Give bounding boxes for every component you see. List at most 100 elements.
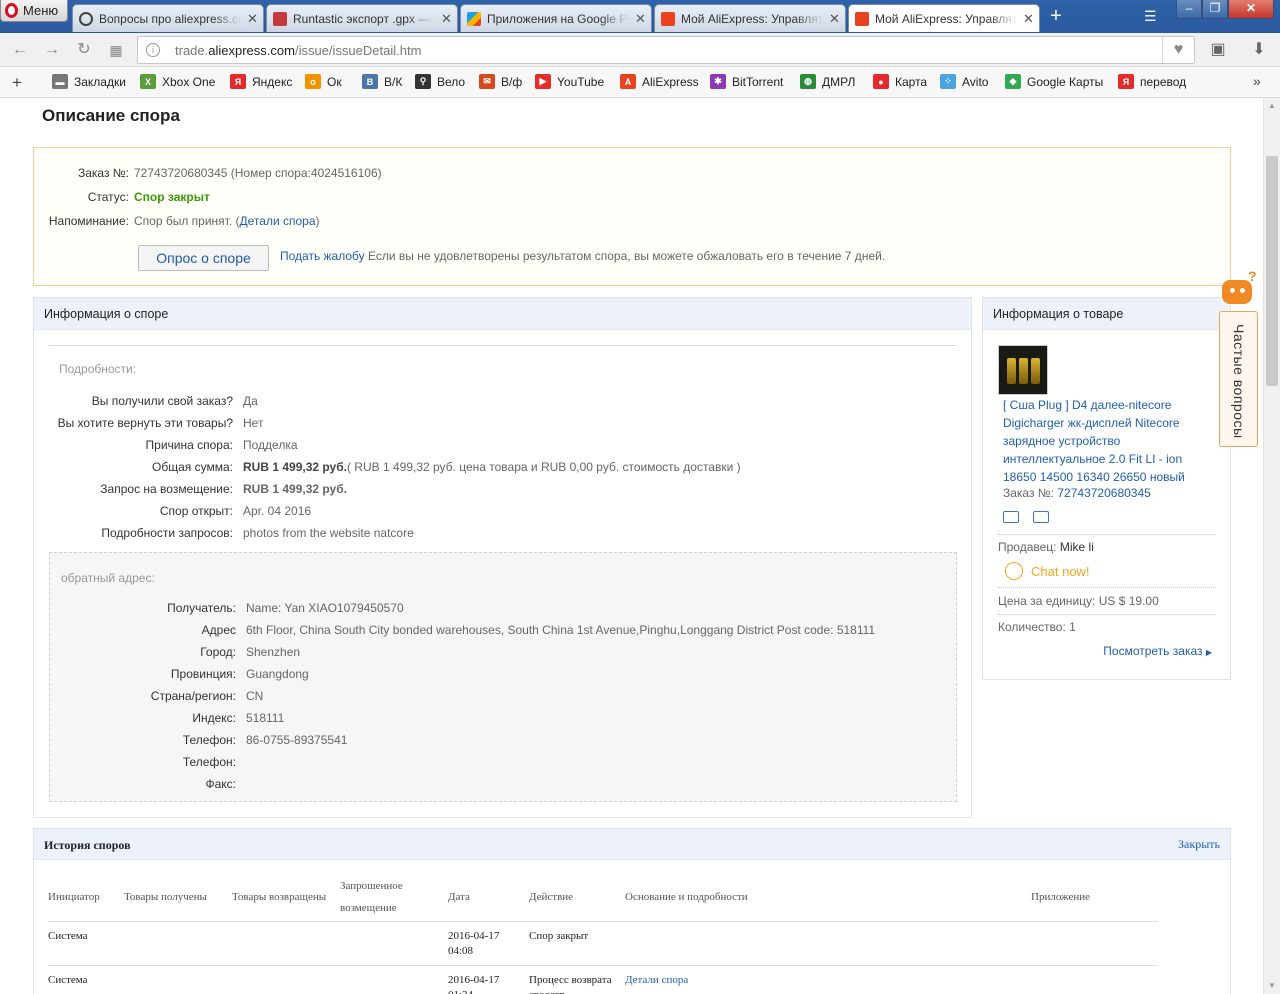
bookmark-item[interactable]: Я Яндекс xyxy=(230,74,292,89)
dispute-history-table: Инициатор Товары получены Товары возвращ… xyxy=(48,873,1158,994)
dispute-info-panel: Информация о споре Подробности: Вы получ… xyxy=(33,297,972,818)
opera-logo-icon xyxy=(5,3,18,18)
close-icon[interactable]: ✕ xyxy=(829,11,840,27)
globe-icon: ◍ xyxy=(800,74,816,89)
product-thumbnail[interactable] xyxy=(998,345,1048,395)
scroll-down-arrow-icon[interactable]: ▼ xyxy=(1264,978,1280,994)
total-row: Общая сумма: RUB 1 499,32 руб.( RUB 1 499… xyxy=(152,460,741,474)
dispute-survey-button[interactable]: Опрос о споре xyxy=(138,245,269,271)
bookmark-label: В/ф xyxy=(501,74,523,89)
bookmark-item[interactable]: о Ок xyxy=(305,74,342,89)
faq-widget[interactable]: ? Частые вопросы xyxy=(1218,266,1258,451)
window-minimize-button[interactable]: – xyxy=(1176,0,1202,19)
fax-row: Факс: xyxy=(205,777,236,791)
tab-title: Мой AliExpress: Управлять xyxy=(875,11,1017,26)
reload-icon[interactable]: ↻ xyxy=(76,42,92,58)
tab-title: Runtastic экспорт .gpx — xyxy=(293,11,431,26)
product-title-link[interactable]: [ Сша Plug ] D4 далее-nitecore Digicharg… xyxy=(1003,396,1218,486)
vertical-scrollbar[interactable]: ▲ ▼ xyxy=(1263,98,1280,994)
chat-now-button[interactable]: Chat now! xyxy=(1005,562,1090,580)
speed-dial-grid-icon[interactable]: ▦ xyxy=(108,42,124,58)
url-text[interactable]: trade.aliexpress.com/issue/issueDetail.h… xyxy=(175,43,421,58)
aliexpress-icon: A xyxy=(620,74,636,89)
address-bar[interactable]: i trade.aliexpress.com/issue/issueDetail… xyxy=(137,36,1195,64)
tab-title: Приложения на Google Play xyxy=(487,11,629,26)
bookmark-label: Avito xyxy=(962,74,989,89)
country-row: Страна/регион: CN xyxy=(150,689,264,703)
bookmark-item[interactable]: В В/К xyxy=(362,74,402,89)
total-note: ( RUB 1 499,32 руб. цена товара и RUB 0,… xyxy=(346,460,741,474)
bike-icon: ⚲ xyxy=(415,74,431,89)
browser-tab[interactable]: Вопросы про aliexpress.com ✕ xyxy=(72,4,264,32)
close-icon[interactable]: ✕ xyxy=(441,11,452,27)
bookmark-item[interactable]: ◍ ДМРЛ xyxy=(800,74,855,89)
tab-title: Вопросы про aliexpress.com xyxy=(99,11,241,26)
scrollbar-thumb[interactable] xyxy=(1266,156,1278,386)
file-complaint-link[interactable]: Подать жалобу xyxy=(280,249,365,263)
bookmark-item[interactable]: ✉ В/ф xyxy=(479,74,522,89)
bookmark-item[interactable]: A AliExpress xyxy=(620,74,699,89)
bookmark-item[interactable]: ▶ YouTube xyxy=(535,74,604,89)
bookmark-item[interactable]: ◆ Google Карты xyxy=(1005,74,1103,89)
history-close-link[interactable]: Закрыть xyxy=(1178,837,1220,852)
details-title: Подробности: xyxy=(59,362,137,376)
table-row: Система 2016-04-17 01:34 Процесс возврат… xyxy=(48,965,1158,994)
bookmark-label: перевод xyxy=(1140,74,1187,89)
scroll-up-arrow-icon[interactable]: ▲ xyxy=(1264,98,1280,114)
product-order-line: Заказ №: 72743720680345 xyxy=(1003,486,1151,500)
close-icon[interactable]: ✕ xyxy=(247,11,258,27)
close-icon[interactable]: ✕ xyxy=(635,11,646,27)
back-arrow-icon[interactable]: ← xyxy=(12,42,28,58)
site-info-icon[interactable]: i xyxy=(146,43,160,57)
bookmark-item[interactable]: ⚲ Вело xyxy=(415,74,465,89)
forward-arrow-icon[interactable]: → xyxy=(44,42,60,58)
bookmark-label: В/К xyxy=(384,74,403,89)
bookmark-item[interactable]: Яперевод xyxy=(1118,74,1186,89)
add-bookmark-plus-icon[interactable]: + xyxy=(12,73,22,93)
close-icon[interactable]: ✕ xyxy=(1023,11,1034,27)
tab-menu-icon[interactable]: ☰ xyxy=(1144,8,1160,25)
dispute-info-heading: Информация о споре xyxy=(34,298,971,330)
bookmark-item[interactable]: X Xbox One xyxy=(140,74,215,89)
column-header: Приложение xyxy=(1031,873,1158,922)
download-icon[interactable]: ⬇ xyxy=(1251,42,1267,58)
bookmark-item[interactable]: ✱ BitTorrent xyxy=(710,74,783,89)
chat-bubble-icon: ✉ xyxy=(479,74,495,89)
dispute-details-link[interactable]: Детали спора xyxy=(240,214,316,228)
bookmark-item[interactable]: ▬ Закладки xyxy=(52,74,126,89)
dispute-details-link[interactable]: Детали спора xyxy=(625,974,688,986)
bookmarks-bar: + ▬ Закладки X Xbox One Я Яндекс о Ок В В/К ⚲ Вело ✉… xyxy=(0,67,1280,98)
dispute-history-heading: История споров xyxy=(34,829,1230,860)
request-details-row: Подробности запросов: photos from the web… xyxy=(101,526,414,540)
seller-name: Mike li xyxy=(1059,540,1094,554)
dispute-history-panel: История споров Закрыть Инициатор Товары … xyxy=(33,828,1231,994)
bookmark-item[interactable]: ⁘ Avito xyxy=(940,74,988,89)
aliexpress-icon xyxy=(661,11,675,26)
bookmark-heart-icon[interactable]: ♥ xyxy=(1162,37,1194,63)
window-close-button[interactable]: ✕ xyxy=(1228,0,1274,19)
bittorrent-icon: ✱ xyxy=(710,74,726,89)
complaint-note: Если вы не удовлетворены результатом спо… xyxy=(364,249,886,263)
table-header-row: Инициатор Товары получены Товары возвращ… xyxy=(48,873,1158,922)
browser-tab[interactable]: Мой AliExpress: Управлять ✕ xyxy=(654,4,846,32)
view-order-link[interactable]: Посмотреть заказ ▶ xyxy=(1103,644,1212,658)
new-tab-plus-icon[interactable]: + xyxy=(1046,6,1066,26)
order-label: Заказ №: xyxy=(77,166,129,180)
column-header: Дата xyxy=(448,873,529,922)
more-bookmarks-icon[interactable]: » xyxy=(1253,73,1261,89)
folder-icon: ▬ xyxy=(52,74,68,89)
status-label: Статус: xyxy=(87,190,129,204)
bookmark-item[interactable]: ● Карта xyxy=(873,74,927,89)
product-service-icons xyxy=(1003,511,1049,523)
browser-tab[interactable]: Runtastic экспорт .gpx — ✕ xyxy=(266,4,458,32)
province-row: Провинция: Guangdong xyxy=(170,667,309,681)
column-header: Действие xyxy=(529,873,625,922)
product-order-link[interactable]: 72743720680345 xyxy=(1057,486,1150,500)
extension-icon[interactable]: ▣ xyxy=(1210,42,1226,58)
window-maximize-button[interactable]: ❐ xyxy=(1202,0,1228,19)
browser-tab[interactable]: Приложения на Google Play ✕ xyxy=(460,4,652,32)
opera-menu-button[interactable]: Меню xyxy=(0,0,68,22)
bookmark-label: Xbox One xyxy=(162,74,216,89)
browser-tab-active[interactable]: Мой AliExpress: Управлять ✕ xyxy=(848,4,1040,32)
aliexpress-icon xyxy=(855,11,869,26)
